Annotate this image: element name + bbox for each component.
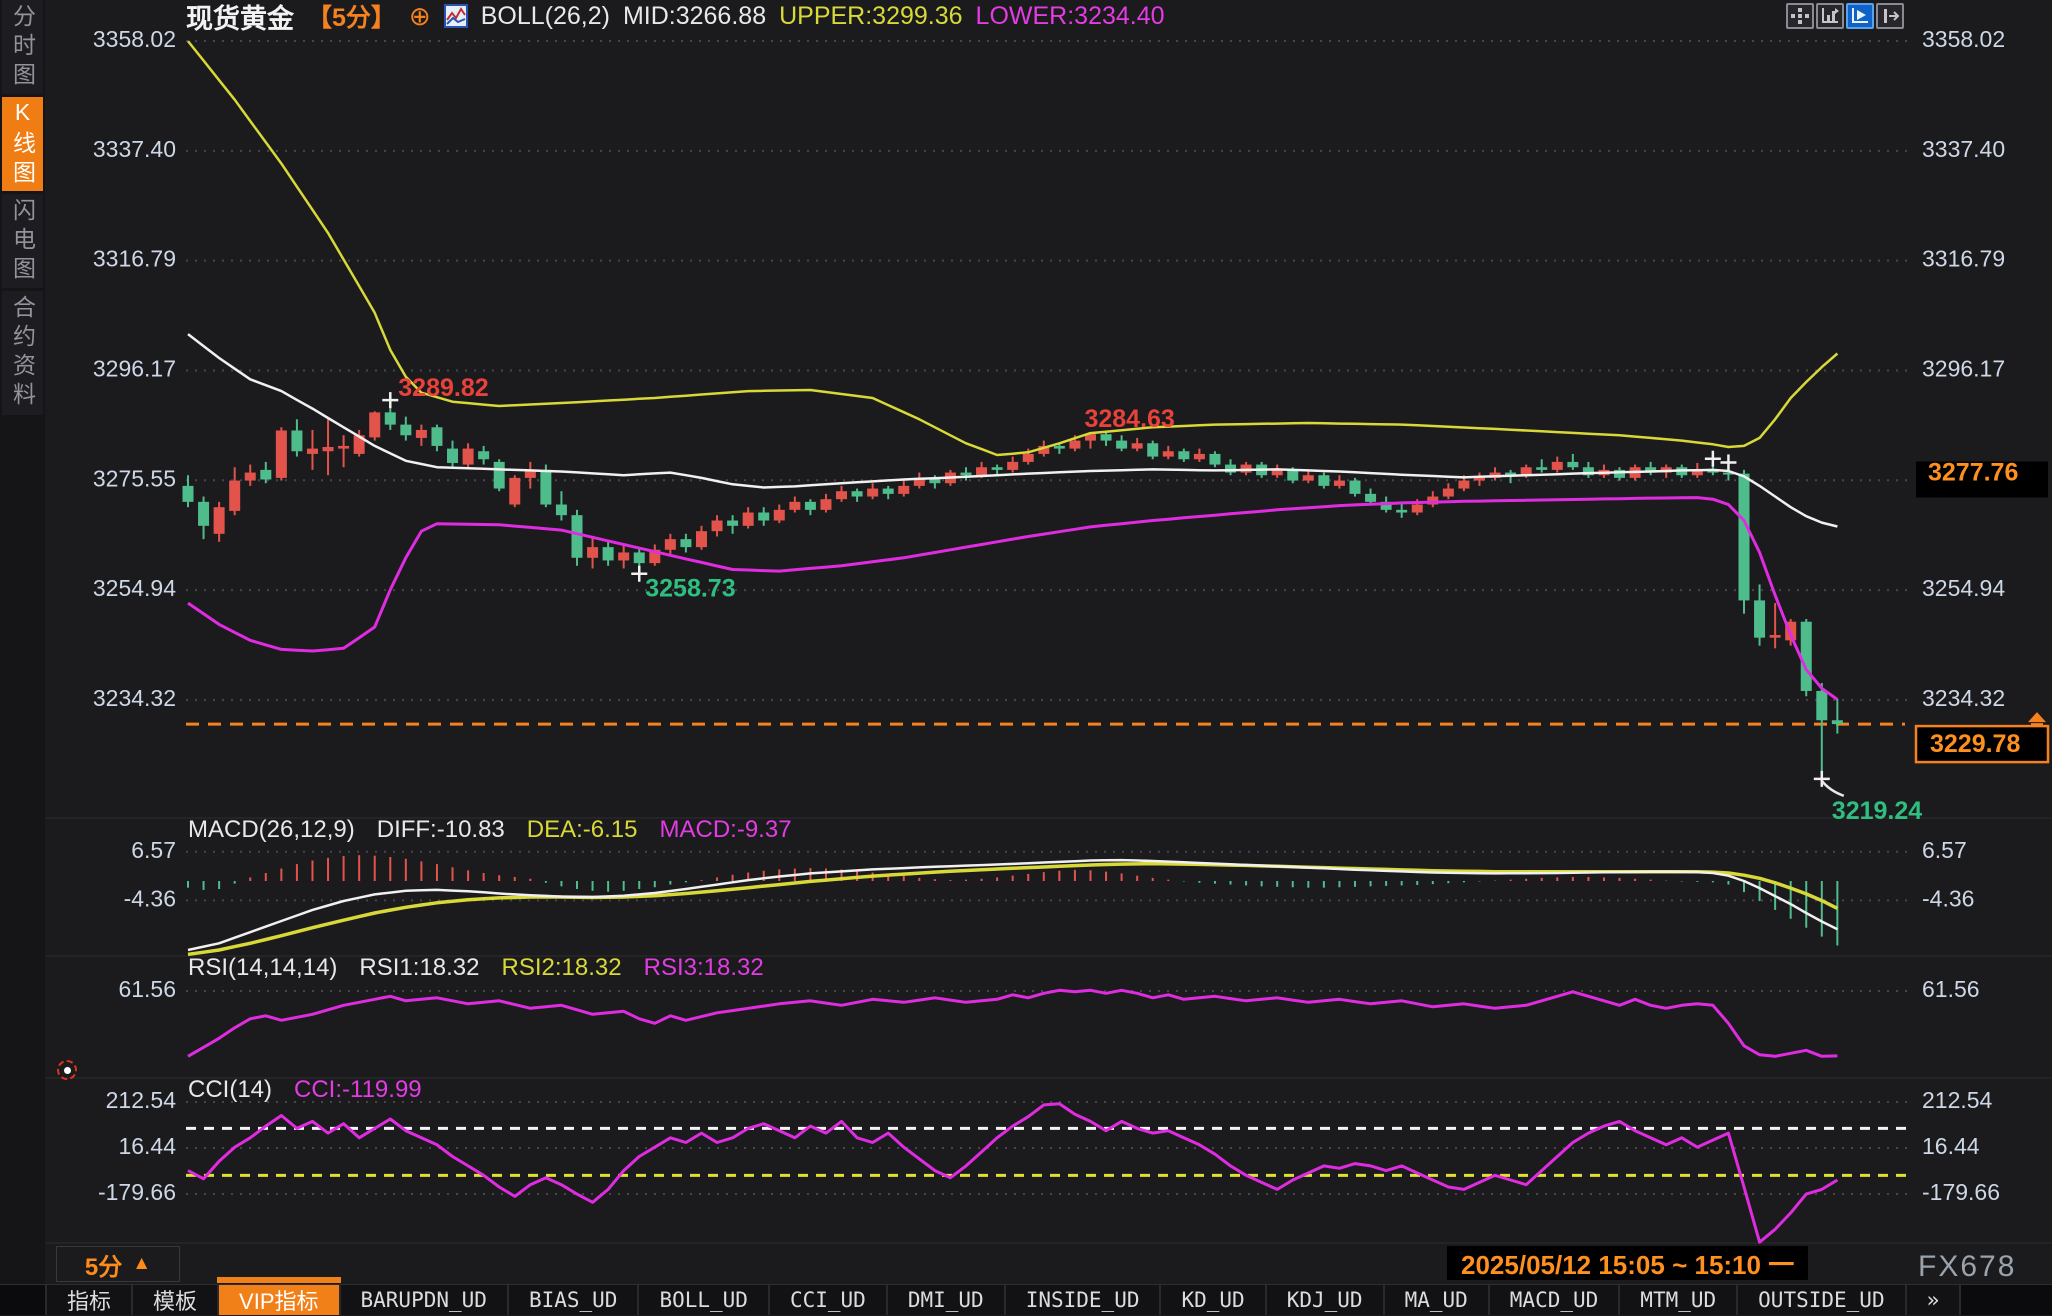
drawing-target-icon[interactable] (57, 1060, 77, 1080)
sidebar: 分时图K线图闪电图合约资料 (0, 0, 45, 1284)
cci-label-row: CCI(14) CCI:-119.99 (188, 1076, 422, 1104)
svg-text:16.44: 16.44 (118, 1133, 176, 1159)
svg-text:61.56: 61.56 (118, 976, 176, 1002)
toolbar-corner (0, 1285, 47, 1315)
rsi1-value: RSI1:18.32 (359, 954, 479, 982)
symbol-title: 现货黄金 (186, 0, 294, 36)
svg-text:-4.36: -4.36 (1922, 885, 1974, 911)
svg-text:3234.32: 3234.32 (1922, 685, 2005, 711)
toolbar-tab-1[interactable]: 模板 (133, 1285, 219, 1315)
watermark-brand: FX678 (1918, 1250, 2016, 1284)
svg-text:3219.24: 3219.24 (1832, 797, 1922, 825)
svg-text:-4.36: -4.36 (124, 885, 176, 911)
svg-text:3289.82: 3289.82 (398, 374, 488, 402)
svg-text:3275.55: 3275.55 (93, 465, 176, 491)
svg-text:3258.73: 3258.73 (645, 574, 735, 602)
toolbar-tab-10[interactable]: KDJ_UD (1267, 1285, 1385, 1315)
axis-bars-icon[interactable] (1816, 3, 1844, 29)
cci-value: CCI:-119.99 (294, 1076, 422, 1104)
svg-text:212.54: 212.54 (1922, 1087, 1993, 1113)
sidebar-item-1[interactable]: K线图 (2, 97, 43, 191)
bar-compress-icon[interactable] (1876, 3, 1904, 29)
settings-icon[interactable]: ⊕ (409, 5, 431, 27)
toolbar-tab-14[interactable]: OUTSIDE_UD (1738, 1285, 1906, 1315)
macd-label-row: MACD(26,12,9) DIFF:-10.83 DEA:-6.15 MACD… (188, 816, 792, 844)
chart-header: 现货黄金 【5分】 ⊕ BOLL(26,2) MID:3266.88 UPPER… (186, 1, 1165, 31)
boll-upper-value: UPPER:3299.36 (779, 2, 962, 31)
cci-params: CCI(14) (188, 1076, 272, 1104)
boll-mid-value: MID:3266.88 (623, 2, 766, 31)
macd-dea-value: DEA:-6.15 (527, 816, 638, 844)
interval-label: 5分 (85, 1247, 122, 1282)
svg-text:3296.17: 3296.17 (1922, 356, 2005, 382)
svg-text:3358.02: 3358.02 (1922, 26, 2005, 52)
toolbar-tab-6[interactable]: CCI_UD (770, 1285, 888, 1315)
boll-lower-value: LOWER:3234.40 (976, 2, 1165, 31)
interval-selector[interactable]: 5分 ▲ (56, 1246, 180, 1282)
toolbar-tab-8[interactable]: INSIDE_UD (1006, 1285, 1162, 1315)
toolbar-tab-7[interactable]: DMI_UD (888, 1285, 1006, 1315)
period-label[interactable]: 【5分】 (307, 0, 396, 34)
svg-text:3229.78: 3229.78 (1930, 730, 2020, 758)
chart-canvas[interactable]: 3358.02 3358.02 3337.40 3337.40 3316.79 3316.… (0, 0, 2052, 1314)
chart-type-icon[interactable] (444, 4, 468, 28)
toolbar-tab-15[interactable]: » (1907, 1285, 1962, 1315)
svg-text:3284.63: 3284.63 (1084, 405, 1174, 433)
macd-params: MACD(26,12,9) (188, 816, 355, 844)
svg-text:3234.32: 3234.32 (93, 685, 176, 711)
toolbar-tab-3[interactable]: BARUPDN_UD (341, 1285, 509, 1315)
layout-cross-icon[interactable] (1786, 3, 1814, 29)
toolbar-tab-4[interactable]: BIAS_UD (509, 1285, 640, 1315)
svg-text:6.57: 6.57 (131, 837, 176, 863)
toolbar-tab-13[interactable]: MTM_UD (1620, 1285, 1738, 1315)
macd-macd-value: MACD:-9.37 (660, 816, 792, 844)
rsi-params: RSI(14,14,14) (188, 954, 337, 982)
svg-text:16.44: 16.44 (1922, 1133, 1980, 1159)
interval-up-icon: ▲ (132, 1253, 151, 1275)
svg-text:6.57: 6.57 (1922, 837, 1967, 863)
toolbar-tab-0[interactable]: 指标 (47, 1285, 133, 1315)
svg-text:3337.40: 3337.40 (93, 136, 176, 162)
toolbar-tab-12[interactable]: MACD_UD (1490, 1285, 1621, 1315)
svg-text:3358.02: 3358.02 (93, 26, 176, 52)
rsi3-value: RSI3:18.32 (644, 954, 764, 982)
axis-play-icon[interactable] (1846, 3, 1874, 29)
svg-text:-179.66: -179.66 (1922, 1179, 2000, 1205)
indicator-toolbar: 指标模板VIP指标BARUPDN_UDBIAS_UDBOLL_UDCCI_UDD… (0, 1284, 2052, 1315)
toolbar-tab-11[interactable]: MA_UD (1385, 1285, 1490, 1315)
svg-text:3296.17: 3296.17 (93, 356, 176, 382)
sidebar-item-0[interactable]: 分时图 (2, 0, 43, 94)
toolbar-tab-2[interactable]: VIP指标 (219, 1285, 340, 1315)
sidebar-item-3[interactable]: 合约资料 (2, 291, 43, 415)
toolbar-tab-9[interactable]: KD_UD (1161, 1285, 1266, 1315)
svg-text:212.54: 212.54 (106, 1087, 177, 1113)
svg-text:3254.94: 3254.94 (93, 575, 176, 601)
boll-params: BOLL(26,2) (481, 2, 610, 31)
svg-text:61.56: 61.56 (1922, 976, 1980, 1002)
svg-text:3277.76: 3277.76 (1928, 459, 2018, 487)
svg-text:3337.40: 3337.40 (1922, 136, 2005, 162)
svg-text:-179.66: -179.66 (98, 1179, 176, 1205)
svg-text:3254.94: 3254.94 (1922, 575, 2005, 601)
svg-text:3316.79: 3316.79 (93, 246, 176, 272)
rsi2-value: RSI2:18.32 (502, 954, 622, 982)
toolbar-tab-5[interactable]: BOLL_UD (639, 1285, 770, 1315)
sidebar-item-2[interactable]: 闪电图 (2, 194, 43, 288)
datetime-range: 2025/05/12 15:05 ~ 15:10 一 (1447, 1246, 1808, 1280)
rsi-label-row: RSI(14,14,14) RSI1:18.32 RSI2:18.32 RSI3… (188, 954, 764, 982)
svg-text:3316.79: 3316.79 (1922, 246, 2005, 272)
macd-diff-value: DIFF:-10.83 (377, 816, 505, 844)
